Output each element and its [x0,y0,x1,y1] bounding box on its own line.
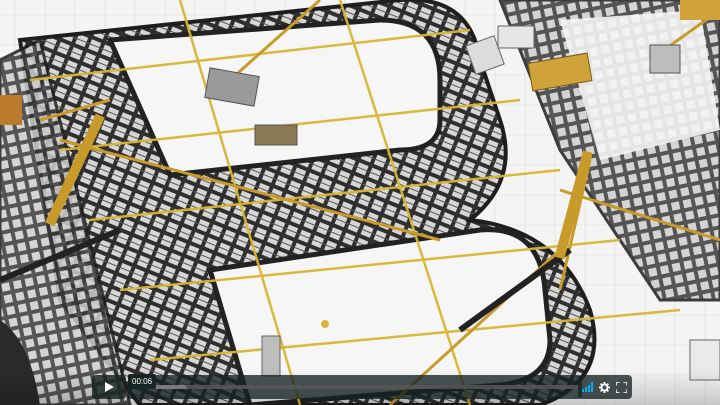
settings-button[interactable] [599,381,611,393]
play-button[interactable] [92,375,126,399]
volume-bars-icon [582,382,594,392]
right-controls [578,375,632,399]
fullscreen-icon [616,381,628,393]
video-player[interactable]: 00:06 [0,0,720,405]
play-icon [105,382,114,392]
progress-bar[interactable]: 00:06 [128,374,582,399]
current-time: 00:06 [128,374,157,389]
video-frame [0,0,720,405]
volume-button[interactable] [582,381,594,393]
control-bar: 00:06 [0,369,720,405]
fullscreen-button[interactable] [616,381,628,393]
progress-track[interactable] [132,385,578,389]
gear-icon [599,381,611,393]
